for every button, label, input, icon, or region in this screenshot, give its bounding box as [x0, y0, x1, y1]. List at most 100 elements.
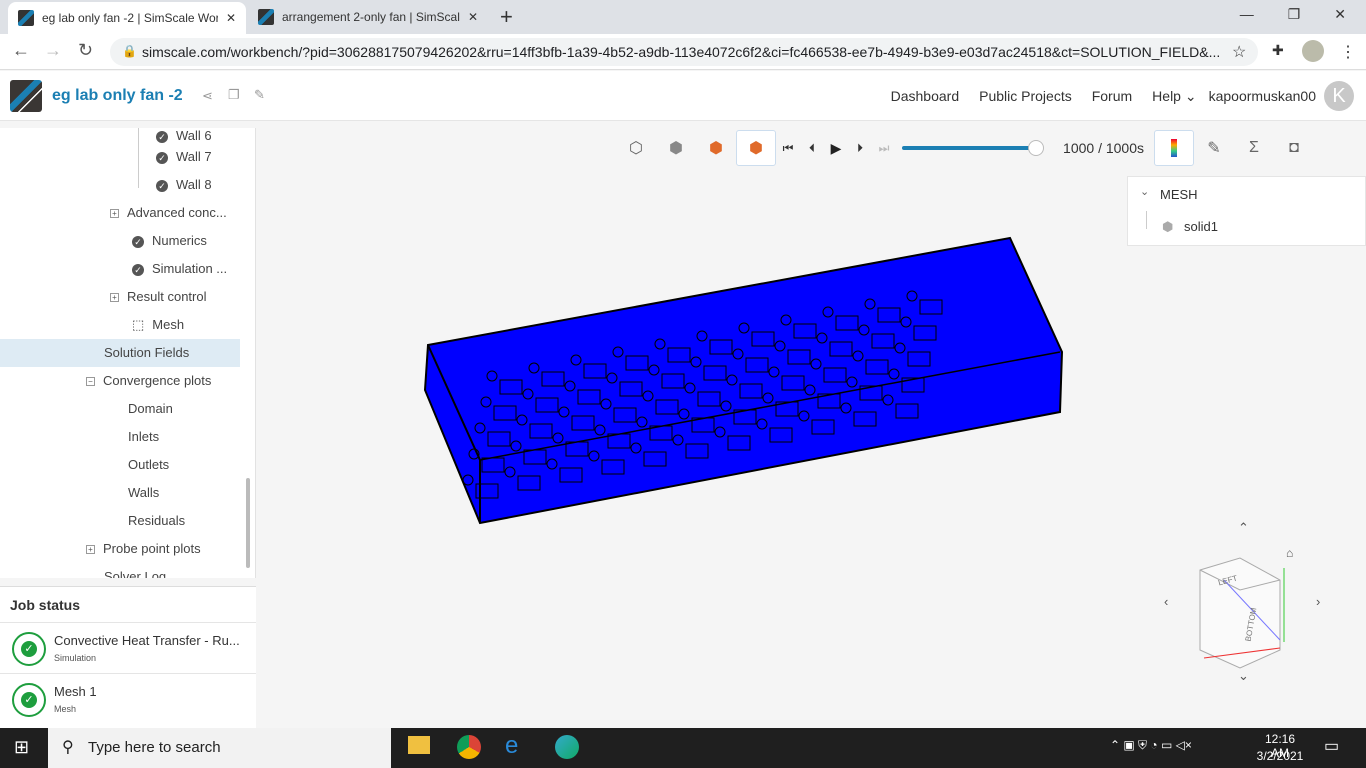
- time-slider[interactable]: [902, 138, 1044, 158]
- edges-view-icon[interactable]: ⬢: [736, 130, 776, 166]
- close-window-icon[interactable]: ✕: [1334, 6, 1346, 23]
- tree-item-label: Convergence plots: [103, 373, 212, 388]
- browser-tab-active[interactable]: eg lab only fan -2 | SimScale Wor ✕: [8, 2, 246, 34]
- taskbar-search-input[interactable]: Type here to search: [48, 728, 391, 768]
- tree-item-label: Domain: [128, 401, 173, 416]
- tree-item-domain[interactable]: Domain: [128, 395, 255, 423]
- view-cube[interactable]: [1180, 550, 1310, 670]
- tree-item-numerics[interactable]: ✓ Numerics: [132, 227, 255, 255]
- back-icon[interactable]: ←: [12, 40, 30, 61]
- clock-date[interactable]: 3/2/2021: [1255, 749, 1305, 763]
- browser-tab[interactable]: arrangement 2-only fan | SimScal ✕: [248, 0, 488, 34]
- job-row[interactable]: Convective Heat Transfer - Ru... Simulat…: [0, 622, 256, 673]
- viewer-toolbar: ⬡ ⬢ ⬢ ⬢ ⏮ ⏴ ▶ ⏵ ⏭ 1000 / 1000s ✎ Σ ◘: [616, 129, 1314, 167]
- skip-first-icon[interactable]: ⏮: [776, 130, 800, 166]
- url-input[interactable]: simscale.com/workbench/?pid=306288175079…: [110, 38, 1258, 66]
- tray-icons[interactable]: ⌃ ▣ ⛨ ◔ ▭ ◁×: [1110, 738, 1192, 753]
- nav-forum[interactable]: Forum: [1092, 88, 1132, 104]
- tree-item-outlets[interactable]: Outlets: [128, 451, 255, 479]
- rotate-left-icon[interactable]: ‹: [1164, 594, 1168, 609]
- maximize-icon[interactable]: ❐: [1288, 6, 1301, 23]
- time-readout: 1000 / 1000s: [1063, 140, 1144, 156]
- success-check-icon: [12, 632, 46, 666]
- tree-scrollbar[interactable]: [246, 478, 250, 568]
- check-icon: ✓: [156, 179, 168, 192]
- slider-track: [902, 146, 1036, 150]
- probe-pen-icon[interactable]: ✎: [1194, 130, 1234, 166]
- play-icon[interactable]: ▶: [824, 130, 848, 166]
- windows-start-icon[interactable]: ⊞: [14, 737, 29, 758]
- simscale-logo[interactable]: [10, 80, 42, 112]
- tree-item-label: Simulation ...: [152, 261, 228, 276]
- copy-icon[interactable]: ❐: [228, 87, 240, 103]
- tree-item-solution-fields[interactable]: Solution Fields: [0, 339, 240, 367]
- simscale-favicon-icon: [258, 9, 274, 25]
- step-back-icon[interactable]: ⏴: [800, 130, 824, 166]
- tree-item-simulation-control[interactable]: ✓ Simulation ...: [132, 255, 255, 283]
- job-row[interactable]: Mesh 1 Mesh: [0, 673, 256, 724]
- help-label: Help: [1152, 87, 1181, 104]
- file-explorer-icon[interactable]: [408, 736, 430, 754]
- edit-pencil-icon[interactable]: ✎: [254, 87, 265, 103]
- tree-item-label: Result control: [127, 289, 207, 304]
- tree-item-label: Wall 8: [176, 177, 212, 192]
- tree-item-wall-7[interactable]: ✓ Wall 7: [156, 143, 255, 171]
- extensions-icon[interactable]: ✚: [1272, 42, 1284, 59]
- menu-icon[interactable]: ⋮: [1340, 42, 1356, 62]
- tree-item-residuals[interactable]: Residuals: [128, 507, 255, 535]
- search-placeholder: Type here to search: [88, 739, 221, 756]
- solid-edges-view-icon[interactable]: ⬢: [696, 130, 736, 166]
- rotate-down-icon[interactable]: ⌄: [1238, 668, 1249, 684]
- tree-item-inlets[interactable]: Inlets: [128, 423, 255, 451]
- tree-item-convergence-plots[interactable]: − Convergence plots: [86, 367, 255, 395]
- sigma-icon[interactable]: Σ: [1234, 130, 1274, 166]
- view-cube-navigator[interactable]: ⌃ ⌄ ‹ › ⌂ LEFT BOTTOM: [1160, 520, 1330, 690]
- expand-icon[interactable]: +: [110, 209, 119, 219]
- bookmark-star-icon[interactable]: ☆: [1232, 42, 1246, 62]
- tree-item-advanced-concepts[interactable]: + Advanced conc...: [110, 199, 255, 227]
- job-type: Simulation: [54, 653, 97, 663]
- wireframe-view-icon[interactable]: ⬡: [616, 130, 656, 166]
- tree-item-wall-8[interactable]: ✓ Wall 8: [156, 171, 255, 199]
- 3d-model-viewport[interactable]: [420, 230, 1070, 530]
- tree-item-result-control[interactable]: + Result control: [110, 283, 255, 311]
- expand-icon[interactable]: +: [110, 293, 119, 303]
- close-tab-icon[interactable]: ✕: [226, 11, 236, 25]
- notifications-icon[interactable]: ▭: [1324, 736, 1339, 756]
- tree-item-label: Advanced conc...: [127, 205, 227, 220]
- expand-icon[interactable]: +: [86, 545, 95, 555]
- chrome-icon[interactable]: [457, 735, 481, 759]
- edge-icon[interactable]: [555, 735, 579, 759]
- nav-public-projects[interactable]: Public Projects: [979, 88, 1072, 104]
- legend-colorbar-icon[interactable]: [1154, 130, 1194, 166]
- screenshot-camera-icon[interactable]: ◘: [1274, 130, 1314, 166]
- collapse-icon[interactable]: −: [86, 377, 95, 387]
- job-name: Mesh 1: [54, 684, 97, 699]
- skip-last-icon[interactable]: ⏭: [872, 130, 896, 166]
- tree-item-walls[interactable]: Walls: [128, 479, 255, 507]
- close-tab-icon[interactable]: ✕: [468, 10, 478, 24]
- minimize-icon[interactable]: —: [1240, 6, 1254, 23]
- user-avatar[interactable]: K: [1324, 81, 1354, 111]
- solid-view-icon[interactable]: ⬢: [656, 130, 696, 166]
- step-forward-icon[interactable]: ⏵: [848, 130, 872, 166]
- slider-handle[interactable]: [1028, 140, 1044, 156]
- username[interactable]: kapoormuskan00: [1209, 88, 1316, 104]
- forward-icon[interactable]: →: [44, 40, 62, 61]
- reload-icon[interactable]: ↻: [78, 40, 93, 61]
- tree-item-mesh[interactable]: ⬚ Mesh: [132, 311, 255, 339]
- rotate-right-icon[interactable]: ›: [1316, 594, 1320, 609]
- profile-avatar[interactable]: [1302, 40, 1324, 62]
- tab-title: eg lab only fan -2 | SimScale Wor: [42, 11, 218, 25]
- lock-icon[interactable]: 🔒: [122, 44, 137, 58]
- rotate-up-icon[interactable]: ⌃: [1238, 520, 1249, 536]
- share-icon[interactable]: ⋖: [202, 88, 213, 104]
- nav-dashboard[interactable]: Dashboard: [891, 88, 960, 104]
- new-tab-button[interactable]: +: [500, 4, 513, 30]
- tree-item-probe-point-plots[interactable]: + Probe point plots: [86, 535, 255, 563]
- tree-item-solver-log[interactable]: Solver Log: [104, 563, 255, 578]
- ie-icon[interactable]: e: [505, 732, 518, 760]
- nav-help[interactable]: Help ⌄: [1152, 88, 1196, 105]
- collapse-chevron-icon[interactable]: ⌄: [1140, 185, 1149, 198]
- mesh-item-solid1[interactable]: solid1: [1184, 219, 1218, 234]
